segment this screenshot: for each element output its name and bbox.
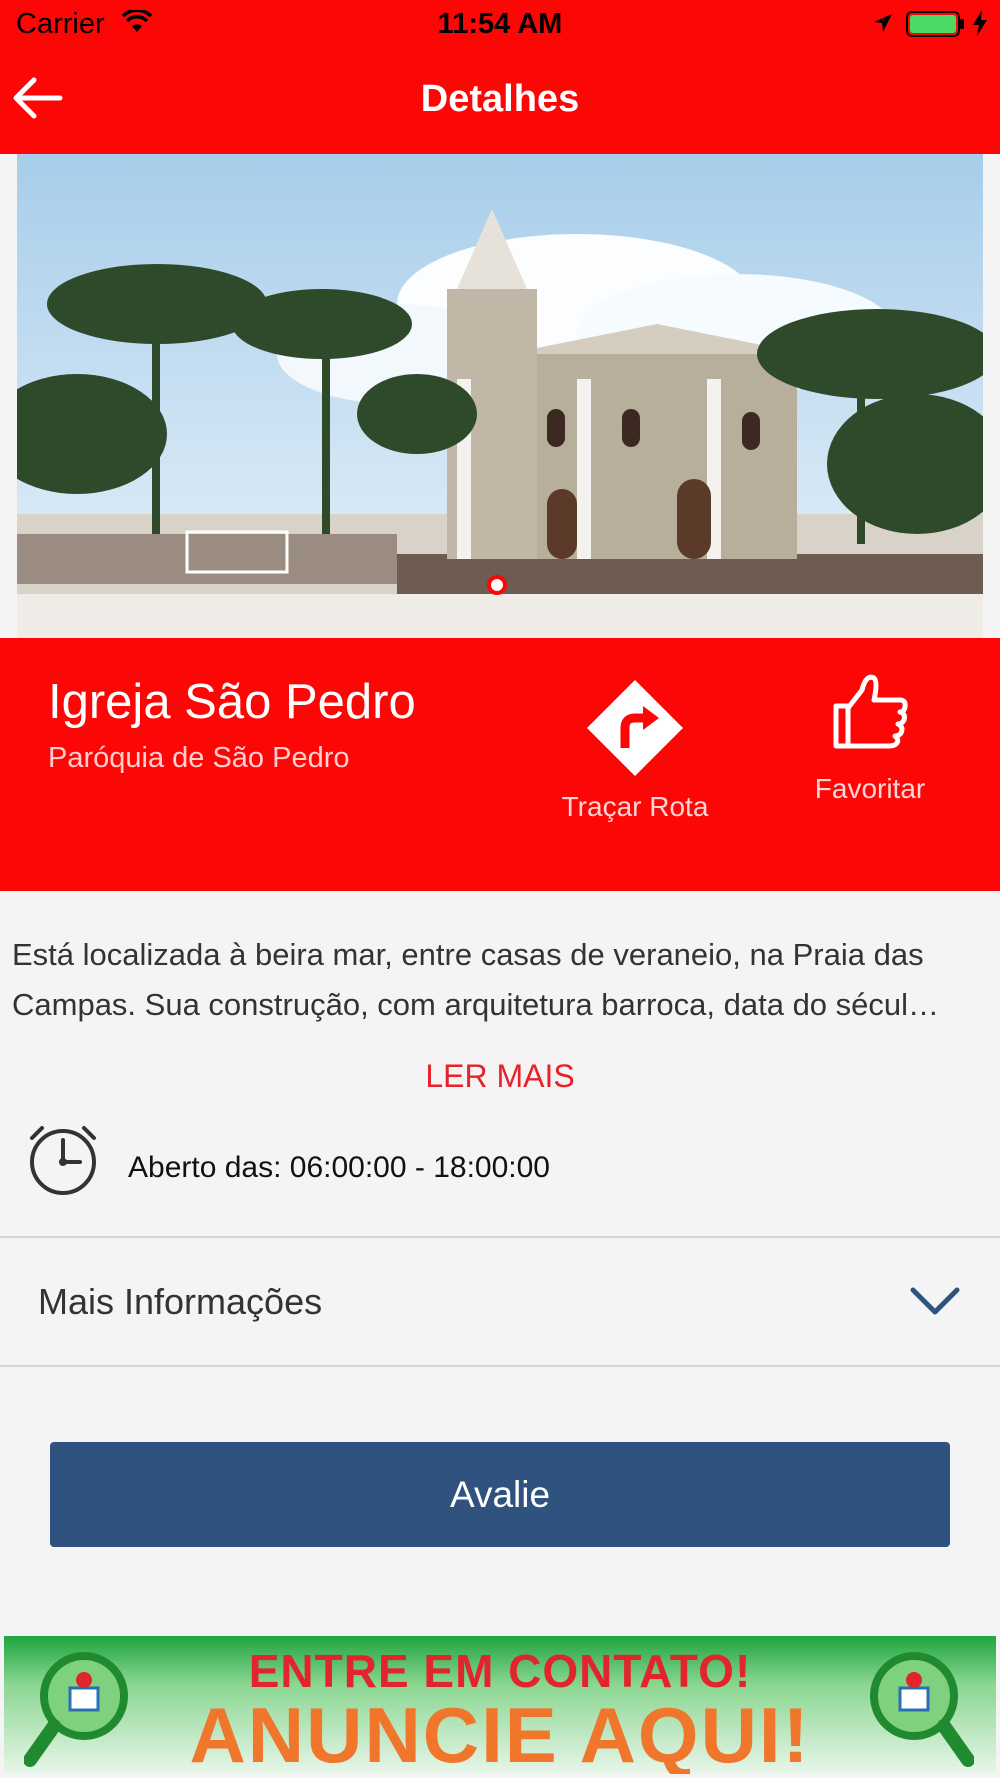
thumbs-up-icon xyxy=(830,674,910,754)
magnifier-map-icon xyxy=(864,1648,975,1773)
navigation-bar: Detalhes xyxy=(0,50,1000,154)
route-button[interactable]: Traçar Rota xyxy=(560,678,710,823)
place-photo[interactable] xyxy=(17,154,983,638)
place-subtitle: Paróquia de São Pedro xyxy=(48,742,350,774)
route-label: Traçar Rota xyxy=(561,791,709,822)
place-description: Está localizada à beira mar, entre casas… xyxy=(12,937,940,1022)
more-info-label: Mais Informações xyxy=(38,1281,323,1322)
ad-banner[interactable]: ENTRE EM CONTATO! ANUNCIE AQUI! xyxy=(4,1636,996,1774)
location-arrow-icon xyxy=(872,12,894,39)
battery-icon xyxy=(906,11,966,42)
opening-hours-text: Aberto das: 06:00:00 - 18:00:00 xyxy=(128,1151,550,1184)
divider xyxy=(0,1365,1000,1367)
status-bar: Carrier 11:54 AM xyxy=(0,0,1000,50)
directions-icon xyxy=(585,680,685,782)
place-header: Igreja São Pedro Paróquia de São Pedro T… xyxy=(0,638,1000,891)
favorite-label: Favoritar xyxy=(814,773,926,804)
opening-hours: Aberto das: 06:00:00 - 18:00:00 xyxy=(28,1126,968,1196)
clock-icon xyxy=(28,1126,98,1201)
divider xyxy=(0,1236,1000,1238)
rate-button[interactable]: Avalie xyxy=(50,1442,950,1547)
place-name: Igreja São Pedro xyxy=(48,675,416,729)
charging-icon xyxy=(972,10,988,41)
status-time: 11:54 AM xyxy=(437,8,563,40)
carousel-page-indicator[interactable] xyxy=(487,575,507,595)
chevron-down-icon xyxy=(910,1287,960,1322)
ad-call-to-action: ANUNCIE AQUI! xyxy=(189,1691,811,1774)
read-more-link[interactable]: LER MAIS xyxy=(0,1058,1000,1095)
favorite-button[interactable]: Favoritar xyxy=(795,670,945,805)
more-info-row[interactable]: Mais Informações xyxy=(0,1239,1000,1365)
page-title: Detalhes xyxy=(420,78,580,120)
